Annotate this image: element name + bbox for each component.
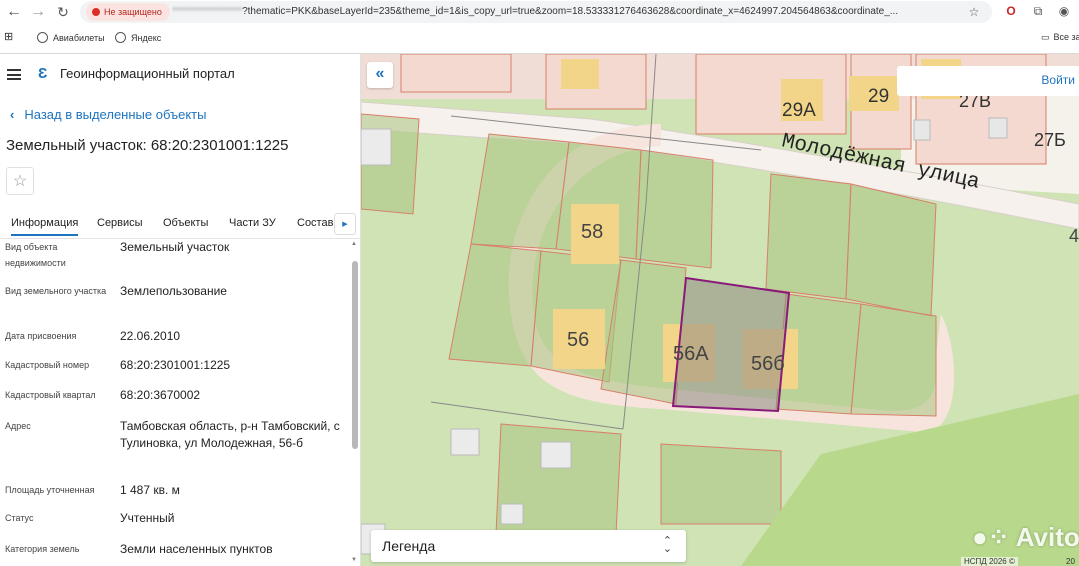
info-value: Земли населенных пунктов (120, 542, 273, 556)
tab-information[interactable]: Информация (11, 217, 79, 236)
house-label-56b: 56б (751, 353, 785, 375)
profile-icon[interactable]: ◉ (1054, 1, 1074, 21)
bookmark-star-icon[interactable]: ☆ (964, 2, 984, 22)
favorite-star-icon[interactable]: ☆ (6, 167, 34, 195)
info-value: Тамбовская область, р-н Тамбовский, с Ту… (120, 419, 340, 450)
url-text[interactable]: ******************?thematic=PKK&baseLaye… (172, 1, 952, 23)
info-scrollbar[interactable]: ▲ ▼ (351, 239, 359, 566)
portal-title: Геоинформационный портал (60, 66, 235, 81)
folder-icon: ▭ (1041, 32, 1050, 42)
zoom-level: 20 (1066, 557, 1075, 566)
scroll-down-icon[interactable]: ▼ (351, 557, 357, 563)
shed (988, 117, 1008, 139)
legend-dropdown[interactable]: Легенда ⌃ ⌄ (371, 530, 686, 562)
url-host: ****************** (172, 6, 243, 17)
address-bar[interactable]: Не защищено ******************?thematic=… (80, 1, 992, 23)
house-label-29: 29 (868, 86, 889, 107)
chevron-updown-icon: ⌃ ⌄ (662, 535, 672, 555)
info-label: Категория земель (5, 544, 80, 554)
info-label: Адрес (5, 421, 31, 431)
not-secure-badge[interactable]: Не защищено (86, 3, 170, 21)
menu-hamburger-icon[interactable] (7, 69, 21, 80)
tab-parts[interactable]: Части ЗУ (229, 217, 276, 229)
browser-chrome: ← → ↻ Не защищено ******************?the… (0, 0, 1079, 54)
chevron-left-icon: ‹ (10, 107, 15, 122)
portal-logo-icon[interactable]: Ɛ (38, 66, 52, 82)
map-copyright: НСПД 2026 © (961, 557, 1018, 566)
scrollbar-thumb[interactable] (352, 261, 358, 449)
info-label: Статус (5, 513, 34, 523)
collapse-panel-button[interactable]: « (367, 62, 393, 88)
info-value: 68:20:3670002 (120, 388, 201, 402)
avito-watermark: ●⁘ Avito (972, 522, 1079, 552)
info-label: Вид объекта недвижимости (5, 242, 66, 268)
warning-icon (92, 8, 100, 16)
house-label-29a: 29А (782, 100, 816, 121)
info-label: Площадь уточненная (5, 485, 95, 495)
extensions-puzzle-icon[interactable]: ⧉ (1028, 1, 1048, 21)
info-label: Кадастровый номер (5, 360, 90, 370)
house-label-27b: 27Б (1034, 130, 1066, 150)
info-value: 1 487 кв. м (120, 483, 180, 497)
map-view[interactable]: 29А 29 27В 27Б 58 56 56А 56б 4 Молодёжна… (361, 54, 1079, 566)
forward-arrow-icon[interactable]: → (27, 1, 49, 23)
extension-opera-icon[interactable]: O (1001, 1, 1021, 21)
url-query: ?thematic=PKK&baseLayerId=235&theme_id=1… (242, 6, 899, 17)
scroll-up-icon[interactable]: ▲ (351, 241, 357, 247)
info-value: Земельный участок (120, 240, 230, 254)
house-label-56: 56 (567, 329, 589, 351)
reload-icon[interactable]: ↻ (52, 1, 74, 23)
tab-composition[interactable]: Состав (297, 217, 333, 229)
shed (913, 119, 931, 141)
object-info-panel: Ɛ Геоинформационный портал ‹ Назад в выде… (0, 54, 361, 566)
all-bookmarks[interactable]: ▭ Все за (1041, 32, 1079, 43)
globe-icon (37, 32, 48, 43)
info-value: Учтенный (120, 511, 175, 525)
globe-icon (115, 32, 126, 43)
apps-grid-icon[interactable]: ⊞ (4, 30, 13, 43)
back-to-selected-link[interactable]: ‹ Назад в выделенные объекты (10, 107, 206, 122)
info-label: Кадастровый квартал (5, 390, 96, 400)
tab-objects[interactable]: Объекты (163, 217, 208, 229)
tab-services[interactable]: Сервисы (97, 217, 143, 229)
info-list: Вид объекта недвижимости Земельный участ… (0, 239, 352, 566)
bookmark-aviabilety[interactable]: Авиабилеты (37, 32, 105, 43)
info-tabs: Информация Сервисы Объекты Части ЗУ Сост… (0, 211, 360, 239)
back-arrow-icon[interactable]: ← (3, 1, 25, 23)
legend-label: Легенда (382, 538, 436, 554)
info-label: Вид земельного участка (5, 286, 107, 296)
login-button[interactable]: Войти (897, 66, 1079, 96)
avito-dots-icon: ●⁘ (972, 522, 1016, 552)
info-value: Землепользование (120, 284, 227, 298)
info-value: 68:20:2301001:1225 (120, 358, 231, 372)
info-value: 22.06.2010 (120, 329, 181, 343)
cadastral-map[interactable]: 29А 29 27В 27Б 58 56 56А 56б 4 Молодёжна… (361, 54, 1079, 566)
tabs-scroll-right-icon[interactable]: ▶ (334, 213, 356, 235)
bookmark-yandex[interactable]: Яндекс (115, 32, 161, 43)
house-label-58: 58 (581, 221, 603, 243)
object-title: Земельный участок: 68:20:2301001:1225 (6, 137, 289, 154)
bookmarks-bar: ⊞ Авиабилеты Яндекс ▭ Все за (0, 27, 1079, 51)
house-label-4: 4 (1069, 226, 1079, 246)
house-label-56a: 56А (673, 343, 709, 365)
info-label: Дата присвоения (5, 331, 77, 341)
